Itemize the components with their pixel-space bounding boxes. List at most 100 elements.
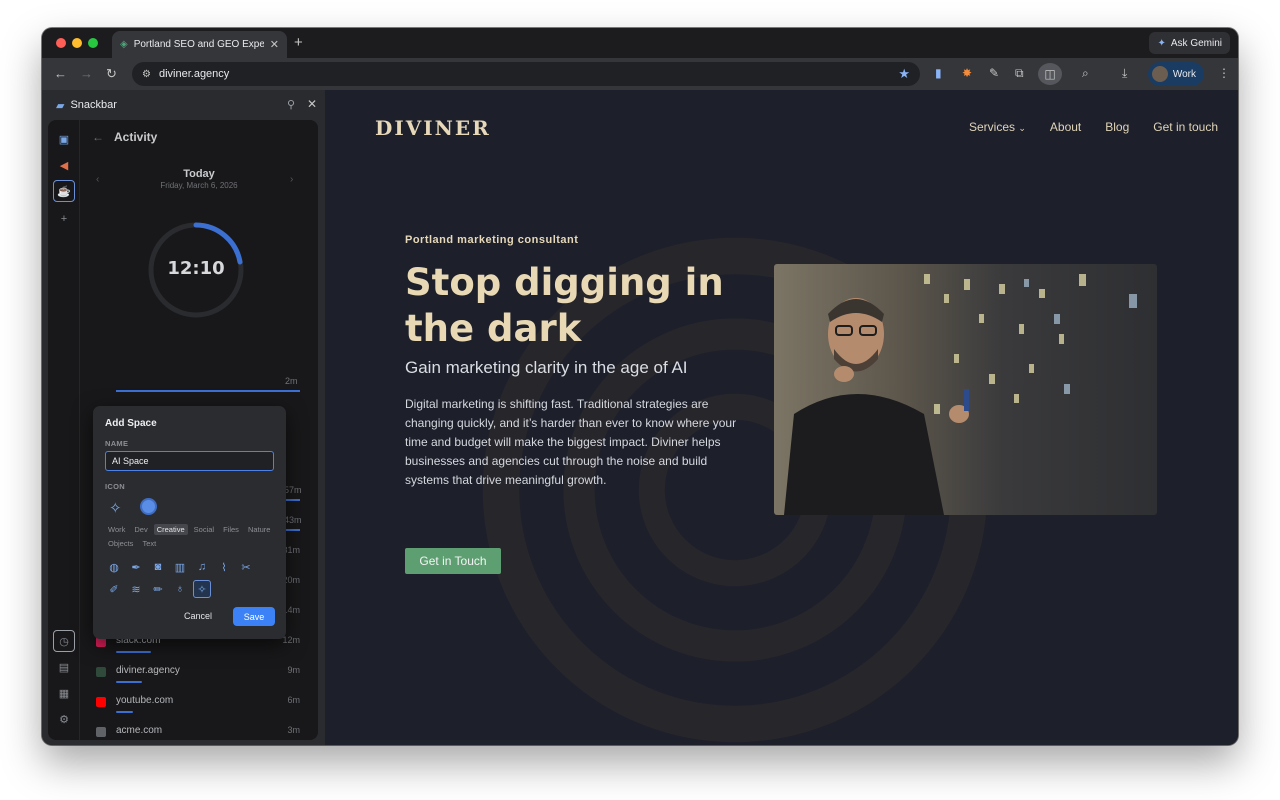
nav-services[interactable]: Services ⌄	[969, 120, 1026, 134]
browser-toolbar: ← → ↻ ⚙ diviner.agency ★ ▮ ✸ ✎ ⧉ ◫ ⌕ ⤓ W…	[42, 58, 1238, 90]
nav-blog[interactable]: Blog	[1105, 120, 1129, 134]
get-in-touch-button[interactable]: Get in Touch	[405, 548, 501, 574]
close-tab-icon[interactable]: ✕	[270, 38, 279, 51]
selected-sparkles-icon: ✧	[109, 500, 122, 517]
site-time: 9m	[287, 665, 300, 675]
brush-icon[interactable]: ⌇	[215, 558, 233, 576]
icon-categories: Work Dev Creative Social Files Nature Objects T…	[105, 524, 275, 549]
address-bar[interactable]: ⚙ diviner.agency ★	[132, 62, 920, 86]
notes-icon[interactable]: ▤	[53, 656, 75, 678]
back-icon[interactable]: ←	[54, 66, 67, 81]
site-name: acme.com	[116, 725, 163, 736]
color-swatch[interactable]	[140, 498, 157, 515]
snackbar-logo-icon: ▰	[56, 99, 65, 112]
space-name-input[interactable]	[105, 451, 274, 471]
sparkles-icon[interactable]: ✧	[193, 580, 211, 598]
chevron-down-icon: ⌄	[1018, 123, 1026, 133]
site-row[interactable]: acme.com 3m	[96, 724, 300, 740]
extension-burst-icon[interactable]: ✸	[962, 66, 972, 80]
bookmark-star-icon[interactable]: ★	[898, 66, 910, 82]
add-space-icon[interactable]: +	[53, 208, 75, 230]
cancel-button[interactable]: Cancel	[175, 607, 221, 625]
timer-value: 12:10	[167, 258, 225, 279]
extensions-puzzle-icon[interactable]: ⧉	[1015, 66, 1024, 81]
zoom-window-button[interactable]	[88, 38, 98, 48]
category-tab[interactable]: Objects	[105, 538, 136, 549]
add-space-dialog: Add Space NAME ICON ✧ WorkDevCreativeSoc…	[93, 406, 286, 639]
web-page: DIVINER Services ⌄ About Blog Get in tou…	[325, 90, 1238, 745]
forward-icon[interactable]: →	[80, 66, 93, 81]
snackbar-app: ▣ ◀ ☕ + ◷ ▤ ▦ ⚙ ← Activity ‹ › Today Fri…	[48, 120, 318, 740]
nav-get-in-touch[interactable]: Get in touch	[1153, 120, 1218, 134]
side-panel: ▰ Snackbar ⚲ ✕ ▣ ◀ ☕ + ◷ ▤ ▦ ⚙ ← Activit…	[42, 90, 325, 745]
category-tab[interactable]: Text	[139, 538, 159, 549]
lightbulb-icon[interactable]: ♁	[171, 580, 189, 598]
space-coffee-icon[interactable]: ☕	[53, 180, 75, 202]
site-logo[interactable]: DIVINER	[375, 116, 491, 140]
category-tab[interactable]: Nature	[245, 524, 274, 535]
tab-strip: ◈ Portland SEO and GEO Exper ✕ + ✦ Ask G…	[42, 28, 1238, 58]
calendar-icon[interactable]: ▦	[53, 682, 75, 704]
space-rail: ▣ ◀ ☕ + ◷ ▤ ▦ ⚙	[48, 120, 80, 740]
edit-icon[interactable]: ✐	[105, 580, 123, 598]
site-nav: Services ⌄ About Blog Get in touch	[969, 120, 1218, 134]
site-usage-bar	[116, 681, 142, 683]
browser-menu-icon[interactable]: ⋮	[1218, 66, 1230, 80]
side-panel-toggle-icon[interactable]: ◫	[1038, 63, 1062, 85]
site-name: youtube.com	[116, 695, 174, 706]
music-icon[interactable]: ♫	[193, 558, 211, 576]
category-tab[interactable]: Work	[105, 524, 128, 535]
tab-search-icon[interactable]: ⌕	[1082, 66, 1089, 81]
palette-icon[interactable]: ◍	[105, 558, 123, 576]
site-time-partial: 43m	[284, 515, 302, 525]
category-tab[interactable]: Creative	[153, 524, 188, 535]
profile-button[interactable]: Work	[1147, 62, 1204, 86]
space-megaphone-icon[interactable]: ◀	[53, 154, 75, 176]
icon-grid: ◍ ✒ ◙ ▥ ♫ ⌇ ✂ ✐ ≋ ✏ ♁ ✧	[105, 558, 275, 598]
hero-photo	[774, 264, 1157, 515]
site-usage-bar	[116, 651, 151, 653]
site-settings-icon[interactable]: ⚙	[142, 69, 151, 80]
close-side-panel-icon[interactable]: ✕	[307, 97, 317, 111]
save-button[interactable]: Save	[233, 607, 275, 626]
site-favicon-icon	[96, 667, 106, 677]
pen-tool-icon[interactable]: ✒	[127, 558, 145, 576]
extension-pen-icon[interactable]: ✎	[989, 66, 999, 80]
site-favicon-icon	[96, 697, 106, 707]
ask-gemini-button[interactable]: ✦ Ask Gemini	[1149, 32, 1230, 54]
site-row[interactable]: youtube.com 6m	[96, 694, 300, 720]
profile-avatar	[1151, 66, 1168, 82]
layers-icon[interactable]: ≋	[127, 580, 145, 598]
name-label: NAME	[105, 439, 129, 448]
back-arrow-icon[interactable]: ←	[92, 130, 104, 144]
new-tab-icon[interactable]: +	[294, 34, 303, 51]
url-text: diviner.agency	[158, 68, 230, 80]
profile-label: Work	[1172, 68, 1196, 80]
nav-about[interactable]: About	[1050, 120, 1081, 134]
site-row[interactable]: diviner.agency 9m	[96, 664, 300, 690]
site-bar-partial	[116, 390, 300, 392]
pin-icon[interactable]: ⚲	[287, 98, 295, 111]
minimize-window-button[interactable]	[72, 38, 82, 48]
reload-icon[interactable]: ↻	[106, 66, 117, 82]
camera-icon[interactable]: ◙	[149, 558, 167, 576]
pencil-icon[interactable]: ✏	[149, 580, 167, 598]
category-tab[interactable]: Dev	[131, 524, 150, 535]
extension-doc-icon[interactable]: ▮	[935, 66, 942, 80]
film-icon[interactable]: ▥	[171, 558, 189, 576]
category-tab[interactable]: Files	[220, 524, 242, 535]
scissors-icon[interactable]: ✂	[237, 558, 255, 576]
hero-subhead: Gain marketing clarity in the age of AI	[405, 358, 688, 377]
dialog-title: Add Space	[105, 418, 157, 429]
activity-clock-icon[interactable]: ◷	[53, 630, 75, 652]
site-time: 6m	[287, 695, 300, 705]
close-window-button[interactable]	[56, 38, 66, 48]
site-favicon-icon	[96, 727, 106, 737]
space-briefcase-icon[interactable]: ▣	[53, 128, 75, 150]
active-tab[interactable]: ◈ Portland SEO and GEO Exper ✕	[112, 31, 287, 58]
category-tab[interactable]: Social	[191, 524, 217, 535]
settings-gear-icon[interactable]: ⚙	[53, 708, 75, 730]
download-icon[interactable]: ⤓	[1122, 66, 1127, 81]
gemini-sparkle-icon: ✦	[1157, 37, 1166, 49]
activity-header: ← Activity	[92, 130, 157, 144]
